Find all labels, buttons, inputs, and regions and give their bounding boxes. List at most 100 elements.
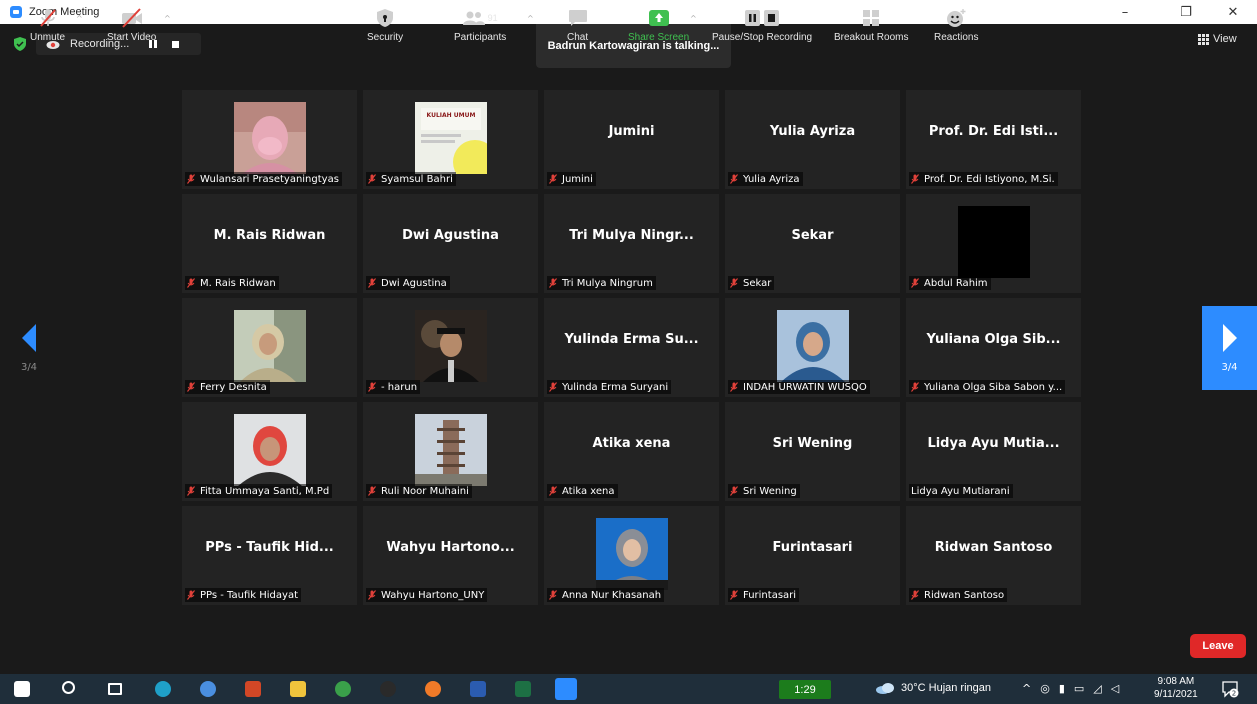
muted-mic-icon bbox=[911, 174, 919, 184]
participant-tile[interactable]: Lidya Ayu Mutia... Lidya Ayu Mutiarani bbox=[906, 402, 1081, 501]
participant-name: Ruli Noor Muhaini bbox=[381, 485, 469, 497]
participant-name: Yulinda Erma Suryani bbox=[562, 381, 669, 393]
participant-tile[interactable]: Wahyu Hartono... Wahyu Hartono_UNY bbox=[363, 506, 538, 605]
participant-tile[interactable]: Yulia Ayriza Yulia Ayriza bbox=[725, 90, 900, 189]
wifi-icon[interactable]: ◿ bbox=[1093, 682, 1101, 695]
system-tray: ^ ◎ ▮ ▭ ◿ ◁ bbox=[1022, 682, 1119, 695]
participant-name: Lidya Ayu Mutiarani bbox=[911, 485, 1010, 497]
notifications-count: 2 bbox=[1232, 690, 1236, 698]
word-icon[interactable] bbox=[470, 681, 486, 697]
participant-tile[interactable]: M. Rais Ridwan M. Rais Ridwan bbox=[182, 194, 357, 293]
volume-icon[interactable]: ◁ bbox=[1111, 682, 1119, 695]
security-button[interactable]: Security bbox=[367, 6, 403, 43]
powerpoint-icon[interactable] bbox=[245, 681, 261, 697]
participant-name-display: Prof. Dr. Edi Isti... bbox=[928, 123, 1059, 139]
clock-time: 9:08 AM bbox=[1157, 676, 1195, 687]
taskbar-clock[interactable]: 9:08 AM 9/11/2021 bbox=[1154, 675, 1198, 701]
notifications-icon[interactable]: 2 bbox=[1221, 680, 1239, 698]
breakout-rooms-button[interactable]: Breakout Rooms bbox=[834, 6, 908, 43]
participants-button[interactable]: 91 Participants bbox=[454, 6, 506, 43]
stop-recording-icon[interactable] bbox=[172, 40, 180, 48]
share-screen-button[interactable]: Share Screen bbox=[628, 6, 689, 43]
search-icon[interactable] bbox=[62, 681, 75, 694]
participant-tile[interactable]: Yulinda Erma Su... Yulinda Erma Suryani bbox=[544, 298, 719, 397]
battery-icon[interactable]: ▭ bbox=[1074, 682, 1084, 695]
participant-tile[interactable]: Abdul Rahim bbox=[906, 194, 1081, 293]
pen-app-icon[interactable] bbox=[380, 681, 396, 697]
participant-tile[interactable]: Furintasari Furintasari bbox=[725, 506, 900, 605]
muted-mic-icon bbox=[37, 6, 59, 30]
participants-caret-icon[interactable]: ^ bbox=[527, 14, 534, 23]
participant-tile[interactable]: INDAH URWATIN WUSQO bbox=[725, 298, 900, 397]
pause-stop-recording-button[interactable]: Pause/Stop Recording bbox=[712, 6, 812, 43]
participant-label: Ruli Noor Muhaini bbox=[366, 484, 472, 498]
zoom-icon[interactable] bbox=[555, 678, 577, 700]
participant-tile[interactable]: Wulansari Prasetyaningtyas bbox=[182, 90, 357, 189]
shield-icon[interactable] bbox=[14, 37, 26, 51]
previous-page-button[interactable]: 3/4 bbox=[0, 306, 58, 390]
task-view-icon[interactable] bbox=[108, 683, 122, 695]
participant-tile[interactable]: Yuliana Olga Sib... Yuliana Olga Siba Sab… bbox=[906, 298, 1081, 397]
muted-mic-icon bbox=[730, 174, 738, 184]
chrome-user-icon[interactable] bbox=[335, 681, 351, 697]
participant-tile[interactable]: KULIAH UMUM Syamsul Bahri bbox=[363, 90, 538, 189]
view-button[interactable]: View bbox=[1198, 33, 1237, 45]
share-screen-caret-icon[interactable]: ^ bbox=[690, 14, 697, 23]
weather-widget[interactable]: 30°C Hujan ringan bbox=[875, 682, 991, 694]
muted-mic-icon bbox=[187, 174, 195, 184]
chat-label: Chat bbox=[567, 32, 589, 43]
participant-tile[interactable]: Ferry Desnita bbox=[182, 298, 357, 397]
close-button[interactable]: ✕ bbox=[1215, 0, 1251, 24]
participant-name-display: Wahyu Hartono... bbox=[386, 539, 515, 555]
participant-tile[interactable]: Sri Wening Sri Wening bbox=[725, 402, 900, 501]
participant-label: Dwi Agustina bbox=[366, 276, 450, 290]
audio-options-caret-icon[interactable]: ^ bbox=[76, 14, 83, 23]
leave-button[interactable]: Leave bbox=[1190, 634, 1246, 658]
participant-tile[interactable]: Fitta Ummaya Santi, M.Pd bbox=[182, 402, 357, 501]
file-explorer-icon[interactable] bbox=[290, 681, 306, 697]
start-video-button[interactable]: Start Video bbox=[107, 6, 156, 43]
participant-tile[interactable]: Atika xena Atika xena bbox=[544, 402, 719, 501]
minimize-button[interactable]: – bbox=[1107, 0, 1143, 24]
participant-tile[interactable]: Jumini Jumini bbox=[544, 90, 719, 189]
participant-name: Sekar bbox=[743, 277, 772, 289]
participant-name: Atika xena bbox=[562, 485, 615, 497]
participant-name-display: Lidya Ayu Mutia... bbox=[927, 435, 1060, 451]
muted-mic-icon bbox=[368, 278, 376, 288]
participant-tile[interactable]: Ridwan Santoso Ridwan Santoso bbox=[906, 506, 1081, 605]
participant-tile[interactable]: Anna Nur Khasanah bbox=[544, 506, 719, 605]
microphone-tray-icon[interactable]: ▮ bbox=[1059, 682, 1065, 695]
windows-start-icon[interactable] bbox=[14, 681, 30, 697]
restore-button[interactable]: ❐ bbox=[1168, 0, 1204, 24]
participant-tile[interactable]: Dwi Agustina Dwi Agustina bbox=[363, 194, 538, 293]
participant-tile[interactable]: Tri Mulya Ningr... Tri Mulya Ningrum bbox=[544, 194, 719, 293]
participant-tile[interactable]: Ruli Noor Muhaini bbox=[363, 402, 538, 501]
excel-icon[interactable] bbox=[515, 681, 531, 697]
unmute-button[interactable]: Unmute bbox=[30, 6, 65, 43]
muted-mic-icon bbox=[368, 382, 376, 392]
next-page-button[interactable]: 3/4 bbox=[1202, 306, 1257, 390]
video-options-caret-icon[interactable]: ^ bbox=[164, 14, 171, 23]
participant-name: Wulansari Prasetyaningtyas bbox=[200, 173, 339, 185]
reactions-button[interactable]: Reactions bbox=[934, 6, 978, 43]
muted-mic-icon bbox=[730, 278, 738, 288]
meet-now-icon[interactable]: ◎ bbox=[1040, 682, 1050, 695]
show-hidden-icons-icon[interactable]: ^ bbox=[1022, 682, 1031, 695]
participant-label: - harun bbox=[366, 380, 421, 394]
participant-tile[interactable]: Sekar Sekar bbox=[725, 194, 900, 293]
participant-tile[interactable]: - harun bbox=[363, 298, 538, 397]
participant-name-display: Yulinda Erma Su... bbox=[564, 331, 699, 347]
breakout-rooms-icon bbox=[862, 6, 880, 30]
chat-button[interactable]: Chat bbox=[567, 6, 588, 43]
muted-mic-icon bbox=[730, 382, 738, 392]
participant-name: Sri Wening bbox=[743, 485, 797, 497]
firefox-icon[interactable] bbox=[425, 681, 441, 697]
participant-tile[interactable]: PPs - Taufik Hid... PPs - Taufik Hidayat bbox=[182, 506, 357, 605]
edge-icon[interactable] bbox=[155, 681, 171, 697]
muted-mic-icon bbox=[187, 382, 195, 392]
muted-mic-icon bbox=[368, 486, 376, 496]
muted-mic-icon bbox=[911, 382, 919, 392]
recording-timer: 1:29 bbox=[779, 680, 831, 699]
participant-tile[interactable]: Prof. Dr. Edi Isti... Prof. Dr. Edi Istiy… bbox=[906, 90, 1081, 189]
chrome-icon[interactable] bbox=[200, 681, 216, 697]
